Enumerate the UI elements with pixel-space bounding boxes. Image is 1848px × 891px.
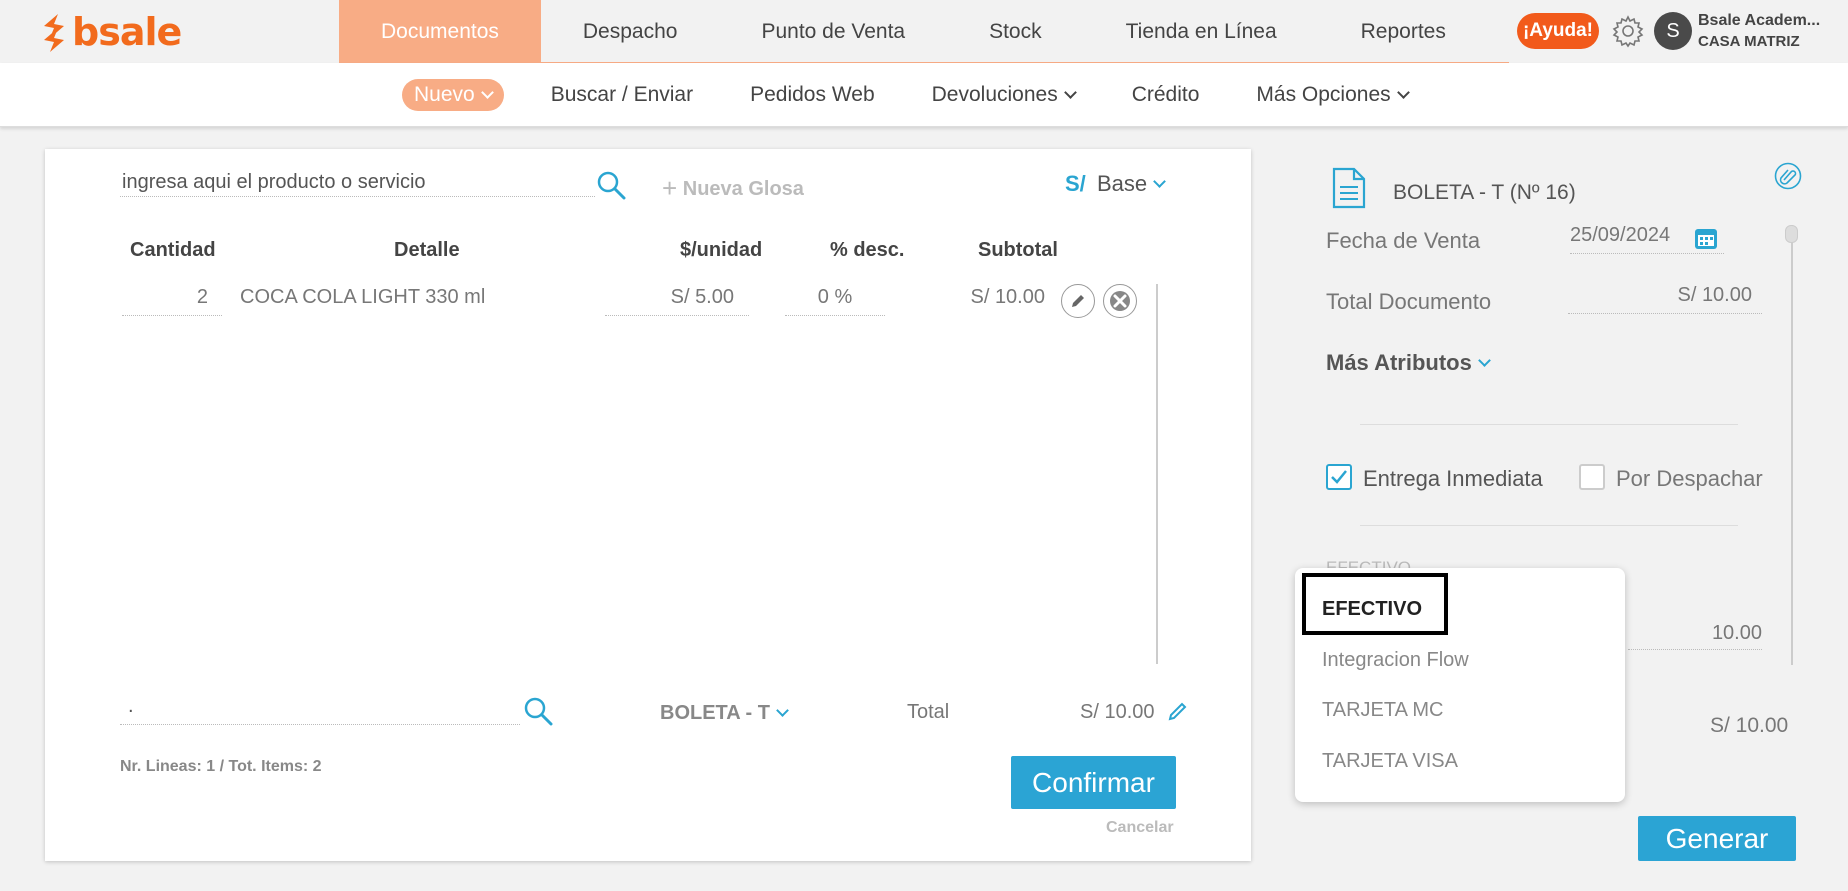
lines-info: Nr. Lineas: 1 / Tot. Items: 2 [120,758,322,775]
discount-input[interactable]: 0 % [785,286,885,316]
main-nav-reportes[interactable]: Reportes [1319,0,1488,63]
chevron-down-icon [480,85,494,99]
payment-option-tarjeta-mc[interactable]: TARJETA MC [1322,699,1443,722]
quantity-input[interactable]: 2 [122,286,222,316]
unit-price-input[interactable]: S/ 5.00 [605,286,749,316]
sub-nav-pedidos-web[interactable]: Pedidos Web [750,83,875,107]
sub-nav-nuevo[interactable]: Nuevo [402,79,504,111]
chevron-down-icon [1477,353,1491,367]
chevron-down-icon [1153,174,1167,188]
column-header-unit-price: $/unidad [680,239,763,261]
chevron-down-icon [1063,85,1077,99]
doc-total-label: Total Documento [1326,289,1492,314]
plus-icon: + [662,173,678,203]
sub-nav-devoluciones-label: Devoluciones [931,83,1058,106]
payment-option-integracion-flow[interactable]: Integracion Flow [1322,649,1469,672]
table-scrollbar[interactable] [1156,284,1158,664]
cancel-link[interactable]: Cancelar [1106,819,1174,837]
more-attributes-toggle[interactable]: Más Atributos [1326,350,1491,376]
sub-nav-buscar-enviar[interactable]: Buscar / Enviar [551,83,693,107]
sub-nav-nuevo-label: Nuevo [414,83,475,106]
user-name[interactable]: Bsale Academ... [1698,12,1828,30]
more-attributes-label: Más Atributos [1326,350,1472,375]
logo-text: bsale [72,10,182,54]
payment-method-dropdown: EFECTIVO Integracion Flow TARJETA MC TAR… [1295,568,1625,802]
main-nav-tienda-en-linea[interactable]: Tienda en Línea [1084,0,1319,63]
bsale-logo[interactable]: bsale [40,10,182,54]
price-list-value: Base [1097,171,1148,196]
sub-nav-mas-opciones[interactable]: Más Opciones [1256,83,1410,107]
main-nav-stock[interactable]: Stock [947,0,1084,63]
attachment-icon[interactable] [1774,162,1802,190]
column-header-detalle: Detalle [394,239,460,261]
detail-text: COCA COLA LIGHT 330 ml [240,286,486,308]
user-branch: CASA MATRIZ [1698,33,1800,50]
main-nav-punto-de-venta[interactable]: Punto de Venta [719,0,947,63]
top-bar: bsale Documentos Despacho Punto de Venta… [0,0,1848,65]
bsale-logo-icon [44,14,64,52]
panel-scrollbar-thumb[interactable] [1785,225,1798,243]
subtotal-value: S/ 10.00 [970,286,1045,308]
main-nav-documentos[interactable]: Documentos [339,0,541,63]
total-label: Total [907,701,950,723]
payment-option-efectivo[interactable]: EFECTIVO [1322,598,1422,621]
checkmark-icon [1331,470,1347,484]
pencil-icon[interactable] [1167,700,1189,722]
search-icon[interactable] [596,170,626,200]
chevron-down-icon [1396,85,1410,99]
sub-nav-devoluciones[interactable]: Devoluciones [931,83,1077,107]
to-dispatch-checkbox[interactable] [1579,464,1605,490]
new-gloss-label: Nueva Glosa [682,178,804,200]
price-list-select[interactable]: Base [1097,171,1167,197]
new-gloss-button[interactable]: + Nueva Glosa [662,173,804,204]
chevron-down-icon [776,704,789,717]
document-editor-card: ingresa aqui el producto o servicio + Nu… [45,149,1251,861]
payment-amount-input[interactable]: 10.00 [1628,622,1762,650]
column-header-discount: % desc. [830,239,905,261]
search-icon[interactable] [523,696,553,726]
sub-nav-mas-opciones-label: Más Opciones [1256,83,1391,106]
total-value: S/ 10.00 [1080,701,1155,723]
document-type-select[interactable]: BOLETA - T [660,702,789,725]
delete-row-button[interactable] [1103,284,1137,318]
sub-nav: Nuevo Buscar / Enviar Pedidos Web Devolu… [402,79,1465,111]
confirm-button[interactable]: Confirmar [1011,756,1176,809]
to-dispatch-label: Por Despachar [1616,466,1763,491]
payment-section-label: EFECTIVO [1326,558,1412,568]
document-title: BOLETA - T (Nº 16) [1393,181,1576,204]
divider [1360,424,1738,425]
column-header-subtotal: Subtotal [978,239,1058,261]
panel-scrollbar-track[interactable] [1791,225,1793,665]
client-search-input[interactable]: . [120,695,520,725]
sub-nav-buscar-enviar-label: Buscar / Enviar [550,83,694,106]
sale-date-label: Fecha de Venta [1326,228,1481,253]
product-search-input[interactable]: ingresa aqui el producto o servicio [120,171,595,197]
sub-nav-credito-label: Crédito [1131,83,1200,106]
payment-total: S/ 10.00 [1710,714,1789,737]
doc-total-value: S/ 10.00 [1568,284,1762,314]
currency-symbol: S/ [1065,171,1086,196]
close-icon [1110,291,1130,311]
divider [1360,525,1738,526]
payment-option-tarjeta-visa[interactable]: TARJETA VISA [1322,750,1458,773]
generate-button[interactable]: Generar [1638,816,1796,861]
document-type-value: BOLETA - T [660,702,770,724]
sub-nav-bar: Nuevo Buscar / Enviar Pedidos Web Devolu… [0,63,1848,127]
document-icon [1332,167,1366,209]
column-header-cantidad: Cantidad [130,239,216,261]
edit-row-button[interactable] [1061,284,1095,318]
main-nav-despacho[interactable]: Despacho [541,0,720,63]
pencil-icon [1072,295,1084,307]
immediate-delivery-label: Entrega Inmediata [1363,466,1543,491]
immediate-delivery-checkbox[interactable] [1326,464,1352,490]
sub-nav-credito[interactable]: Crédito [1132,83,1200,107]
gear-icon[interactable] [1611,14,1645,48]
help-button[interactable]: ¡Ayuda! [1517,13,1599,49]
calendar-icon[interactable] [1693,225,1719,251]
sub-nav-pedidos-web-label: Pedidos Web [750,83,875,106]
main-nav: Documentos Despacho Punto de Venta Stock… [339,0,1488,63]
user-avatar[interactable]: S [1654,12,1692,50]
